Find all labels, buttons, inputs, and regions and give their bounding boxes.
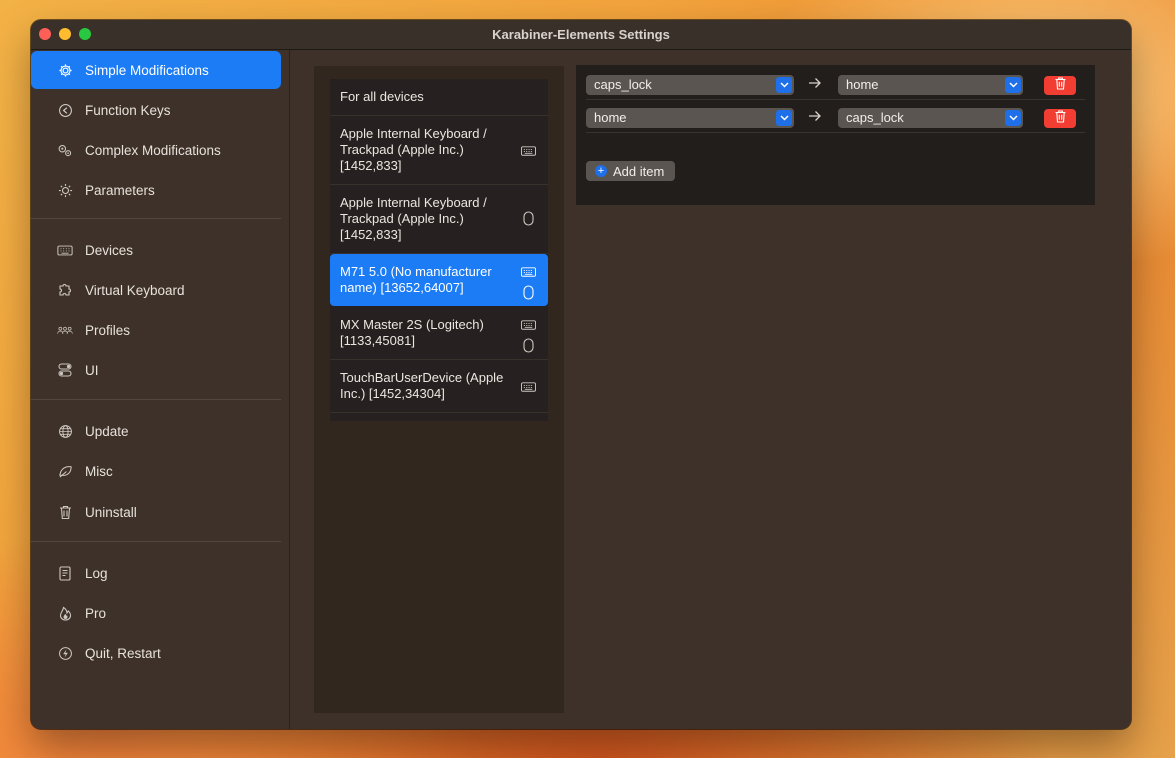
sidebar-item-update[interactable]: Update: [31, 412, 281, 450]
keyboard-icon: [520, 265, 536, 281]
mouse-icon: [522, 285, 534, 304]
sidebar-item-label: Log: [85, 565, 108, 581]
device-item[interactable]: Apple Internal Keyboard / Trackpad (Appl…: [330, 116, 548, 185]
from-key-value: home: [594, 110, 627, 125]
sidebar-divider: [31, 399, 281, 400]
chevron-down-icon: [776, 110, 792, 126]
arrow-right-icon: [808, 76, 824, 92]
window-title: Karabiner-Elements Settings: [492, 27, 670, 42]
gears-icon: [57, 142, 73, 158]
sun-icon: [57, 182, 73, 198]
sidebar-divider: [31, 541, 281, 542]
sidebar-item-virtual-keyboard[interactable]: Virtual Keyboard: [31, 271, 281, 309]
sidebar-item-label: Simple Modifications: [85, 62, 209, 78]
sidebar-item-parameters[interactable]: Parameters: [31, 171, 281, 209]
gear-icon: [57, 62, 73, 78]
chevron-down-icon: [776, 77, 792, 93]
sidebar-item-label: Misc: [85, 463, 113, 479]
toggle-icon: [57, 362, 73, 378]
sidebar-item-misc[interactable]: Misc: [31, 452, 281, 490]
puzzle-icon: [57, 282, 73, 298]
mapping-row: home caps_lock: [586, 100, 1085, 133]
main-content: For all devices Apple Internal Keyboard …: [290, 50, 1131, 729]
device-item-label: M71 5.0 (No manufacturer name) [13652,64…: [340, 264, 492, 295]
mouse-icon: [522, 338, 534, 357]
device-item-all[interactable]: For all devices: [330, 79, 548, 116]
add-item-button[interactable]: + Add item: [586, 161, 675, 181]
device-item-label: MX Master 2S (Logitech) [1133,45081]: [340, 317, 484, 348]
keyboard-icon: [57, 242, 73, 258]
sidebar-item-label: Function Keys: [85, 102, 171, 118]
settings-window: Karabiner-Elements Settings Simple Modif…: [31, 20, 1131, 729]
to-key-select[interactable]: caps_lock: [838, 108, 1023, 128]
device-item[interactable]: TouchBarUserDevice (Apple Inc.) [1452,34…: [330, 360, 548, 413]
device-item-label: Apple Internal Keyboard / Trackpad (Appl…: [340, 195, 487, 242]
device-item[interactable]: Apple Internal Keyboard / Trackpad (Appl…: [330, 185, 548, 254]
bolt-icon: [57, 645, 73, 661]
trash-icon: [1055, 76, 1066, 95]
device-panel: For all devices Apple Internal Keyboard …: [314, 66, 564, 713]
sidebar-item-label: Virtual Keyboard: [85, 282, 185, 298]
sidebar-item-label: Uninstall: [85, 504, 137, 520]
title-bar: Karabiner-Elements Settings: [31, 20, 1131, 50]
delete-mapping-button[interactable]: [1044, 76, 1076, 95]
to-key-value: caps_lock: [846, 110, 904, 125]
mouse-icon: [522, 211, 534, 230]
keyboard-icon: [520, 318, 536, 334]
sidebar-item-function-keys[interactable]: Function Keys: [31, 91, 281, 129]
mapping-row: caps_lock home: [586, 67, 1085, 100]
chevron-down-icon: [1005, 110, 1021, 126]
device-item-label: Apple Internal Keyboard / Trackpad (Appl…: [340, 126, 487, 173]
from-key-value: caps_lock: [594, 77, 652, 92]
arrow-right-icon: [808, 109, 824, 125]
sidebar-item-label: Complex Modifications: [85, 142, 221, 158]
to-key-select[interactable]: home: [838, 75, 1023, 95]
sidebar-item-uninstall[interactable]: Uninstall: [31, 493, 281, 531]
trash-icon: [1055, 109, 1066, 128]
delete-mapping-button[interactable]: [1044, 109, 1076, 128]
device-list: For all devices Apple Internal Keyboard …: [330, 79, 548, 421]
sidebar-item-profiles[interactable]: Profiles: [31, 311, 281, 349]
from-key-select[interactable]: caps_lock: [586, 75, 794, 95]
sidebar-divider: [31, 218, 281, 219]
globe-icon: [57, 423, 73, 439]
sidebar-item-simple-modifications[interactable]: Simple Modifications: [31, 51, 281, 89]
to-key-value: home: [846, 77, 879, 92]
sidebar-item-label: Pro: [85, 605, 107, 621]
sidebar-item-label: Profiles: [85, 322, 131, 338]
device-item-label: For all devices: [340, 89, 424, 104]
function-key-icon: [57, 102, 73, 118]
keyboard-icon: [520, 144, 536, 160]
leaf-icon: [57, 463, 73, 479]
sidebar-item-label: Quit, Restart: [85, 645, 161, 661]
sidebar-item-label: UI: [85, 362, 99, 378]
plus-icon: +: [595, 165, 607, 177]
sidebar-item-ui[interactable]: UI: [31, 351, 281, 389]
sidebar-item-complex-modifications[interactable]: Complex Modifications: [31, 131, 281, 169]
sidebar-item-quit-restart[interactable]: Quit, Restart: [31, 634, 281, 672]
device-item-label: TouchBarUserDevice (Apple Inc.) [1452,34…: [340, 370, 504, 401]
sidebar-item-label: Devices: [85, 242, 134, 258]
flame-icon: [57, 605, 73, 621]
sidebar-item-log[interactable]: Log: [31, 554, 281, 592]
sidebar-item-label: Parameters: [85, 182, 155, 198]
mapping-panel: caps_lock home home caps_lock + Add item: [576, 65, 1095, 205]
trash-icon: [57, 504, 73, 520]
sidebar: Simple Modifications Function Keys Compl…: [31, 50, 290, 729]
keyboard-icon: [520, 380, 536, 396]
add-item-label: Add item: [613, 163, 665, 179]
chevron-down-icon: [1005, 77, 1021, 93]
document-icon: [57, 565, 73, 581]
from-key-select[interactable]: home: [586, 108, 794, 128]
people-icon: [57, 322, 73, 338]
sidebar-item-label: Update: [85, 423, 129, 439]
device-item-selected[interactable]: M71 5.0 (No manufacturer name) [13652,64…: [330, 254, 548, 306]
sidebar-item-devices[interactable]: Devices: [31, 231, 281, 269]
device-item[interactable]: MX Master 2S (Logitech) [1133,45081]: [330, 307, 548, 360]
sidebar-item-pro[interactable]: Pro: [31, 594, 281, 632]
